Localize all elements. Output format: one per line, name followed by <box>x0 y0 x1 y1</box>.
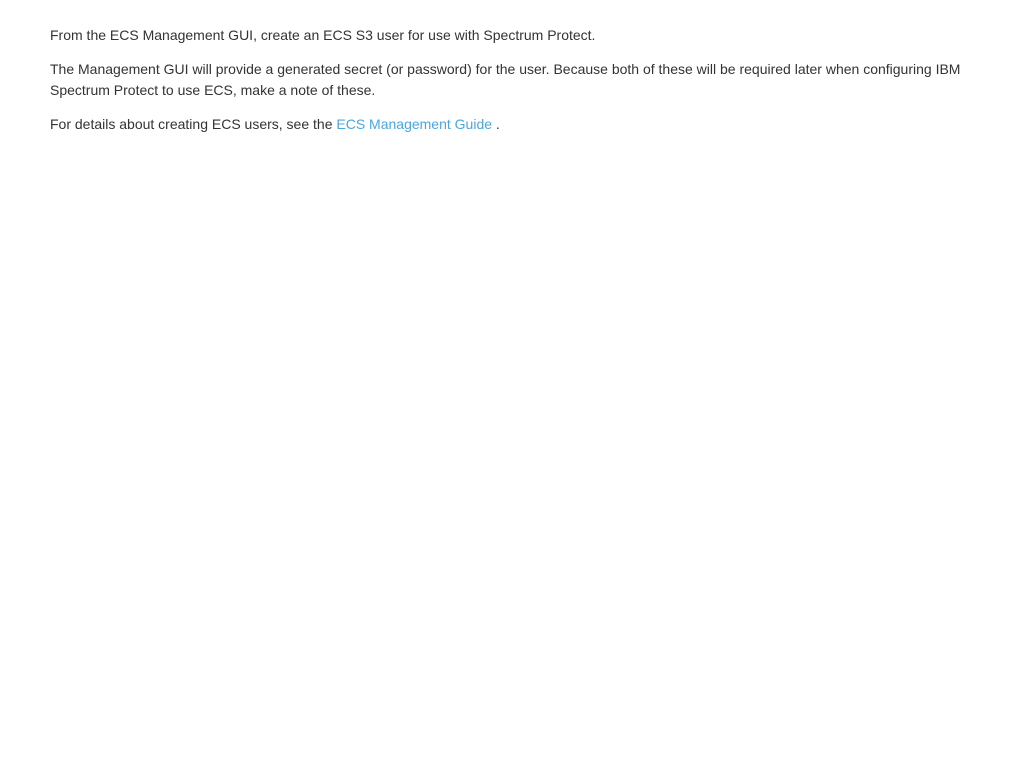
document-content: From the ECS Management GUI, create an E… <box>0 0 1024 173</box>
paragraph-secret-note: The Management GUI will provide a genera… <box>50 59 974 100</box>
paragraph-create-user: From the ECS Management GUI, create an E… <box>50 25 974 45</box>
reference-suffix: . <box>492 116 500 132</box>
reference-prefix: For details about creating ECS users, se… <box>50 116 336 132</box>
paragraph-reference: For details about creating ECS users, se… <box>50 114 974 134</box>
ecs-management-guide-link[interactable]: ECS Management Guide <box>336 116 492 132</box>
